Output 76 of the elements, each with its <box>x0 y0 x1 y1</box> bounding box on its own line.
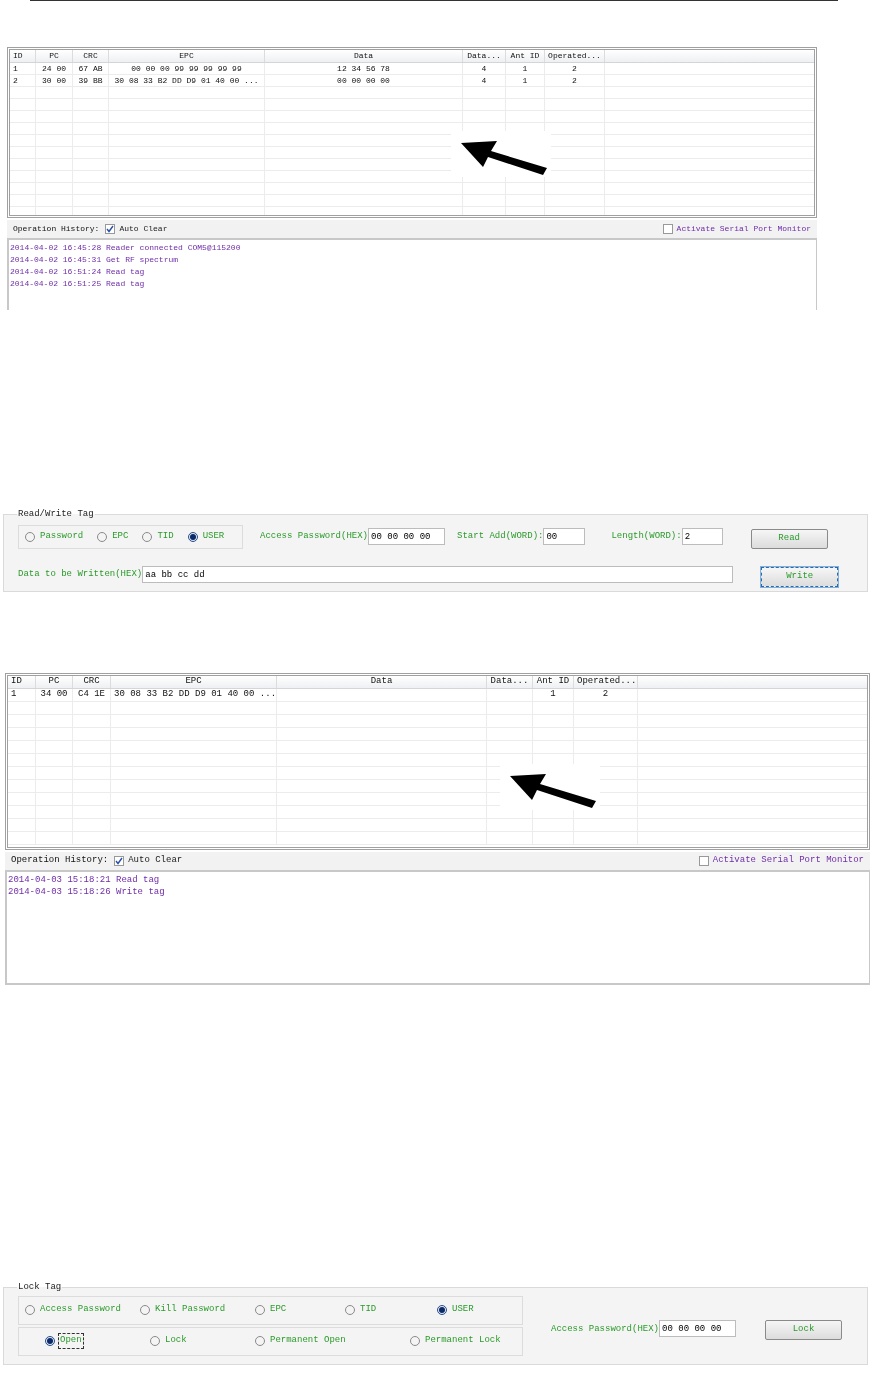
table-cell-text: 1 <box>521 74 529 87</box>
table-cell-text: C4 1E <box>77 688 106 702</box>
table-cell-text: 2 <box>571 62 578 75</box>
text-field[interactable]: 00 <box>543 528 586 545</box>
table-cell-text: 00 00 00 99 99 99 99 99 <box>130 62 243 75</box>
log-entry: 2014-04-02 16:45:28 Reader connected COM5@115200 <box>10 242 242 254</box>
radio-option[interactable]: TID <box>142 529 176 544</box>
table-cell-text: 00 00 00 00 <box>336 74 391 87</box>
text-field[interactable]: 2 <box>681 528 723 545</box>
field-label: Start Add(WORD): <box>457 529 544 543</box>
column-header[interactable]: EPC <box>109 50 264 62</box>
field-label: Length(WORD): <box>611 529 682 543</box>
column-header[interactable]: CRC <box>73 676 110 689</box>
radio-option[interactable]: USER <box>437 1303 507 1317</box>
column-header[interactable]: PC <box>36 50 72 62</box>
column-header[interactable]: Data... <box>487 676 532 689</box>
log-entry: 2014-04-02 16:51:25 Read tag <box>10 278 146 290</box>
column-header[interactable]: EPC <box>111 676 276 689</box>
field-label: Access Password(HEX) <box>260 529 369 543</box>
checkbox[interactable]: Activate Serial Port Monitor <box>698 854 864 868</box>
radio-option[interactable]: Open <box>45 1333 150 1349</box>
log-entry: 2014-04-03 15:18:26 Write tag <box>8 886 166 898</box>
field-label: Access Password(HEX) <box>551 1322 660 1336</box>
checkbox[interactable]: Activate Serial Port Monitor <box>662 223 811 235</box>
group-title: Read/Write Tag <box>17 508 95 521</box>
column-header[interactable]: Operated... <box>545 50 604 62</box>
table-cell-text: 4 <box>480 62 488 75</box>
column-header[interactable]: Ant ID <box>533 676 573 689</box>
checkbox[interactable]: Auto Clear <box>105 223 168 235</box>
table-cell-text: 1 <box>10 688 18 702</box>
text-field[interactable]: 00 00 00 00 <box>659 1320 737 1337</box>
table-cell-text: 30 08 33 B2 DD D9 01 40 00 ... <box>113 74 260 87</box>
table-cell-text: 2 <box>571 74 578 87</box>
table-cell-text: 30 08 33 B2 DD D9 01 40 00 ... <box>113 688 276 702</box>
column-header[interactable]: Data <box>265 50 462 62</box>
column-header[interactable]: Data <box>277 676 486 689</box>
column-header[interactable]: ID <box>8 676 35 689</box>
table-cell-text: 39 BB <box>77 74 104 87</box>
radio-option[interactable]: TID <box>345 1303 437 1317</box>
radio-option[interactable]: EPC <box>97 529 131 544</box>
checkbox[interactable]: Auto Clear <box>114 854 183 868</box>
radio-option[interactable]: Lock <box>150 1334 255 1348</box>
column-header[interactable]: Data... <box>463 50 505 62</box>
table-cell-text: 67 AB <box>77 62 104 75</box>
table-cell-text: 24 00 <box>41 62 67 75</box>
history-label: Operation History: <box>11 854 109 868</box>
table-cell-text: 4 <box>480 74 488 87</box>
column-header[interactable]: ID <box>10 50 35 62</box>
radio-option[interactable]: Permanent Open <box>255 1334 410 1348</box>
check-icon <box>106 225 115 233</box>
text-field[interactable]: aa bb cc dd <box>142 566 734 583</box>
field-label: Data to be Written(HEX) <box>18 567 143 581</box>
log-entry: 2014-04-03 15:18:21 Read tag <box>8 874 161 886</box>
column-header[interactable]: CRC <box>73 50 108 62</box>
radio-option[interactable]: Access Password <box>25 1303 140 1317</box>
radio-option[interactable]: EPC <box>255 1303 345 1317</box>
table-cell-text: 12 34 56 78 <box>336 62 391 75</box>
radio-option[interactable]: Permanent Lock <box>410 1334 510 1348</box>
table-cell-text: 1 <box>521 62 529 75</box>
column-header[interactable]: PC <box>36 676 72 689</box>
text-field[interactable]: 00 00 00 00 <box>368 528 446 545</box>
table-cell-text: 1 <box>549 688 557 702</box>
table-cell-text: 2 <box>601 688 610 702</box>
log-entry: 2014-04-02 16:51:24 Read tag <box>10 266 146 278</box>
table-cell-text: 34 00 <box>39 688 69 702</box>
radio-option[interactable]: USER <box>187 529 227 544</box>
group-title: Lock Tag <box>17 1281 63 1294</box>
table-cell-text: 30 00 <box>41 74 67 87</box>
table-cell-text: 1 <box>12 62 19 75</box>
column-header[interactable]: Operated... <box>574 676 637 689</box>
column-header[interactable]: Ant ID <box>506 50 544 62</box>
check-icon <box>115 857 124 865</box>
table-cell-text: 2 <box>12 74 19 87</box>
log-entry: 2014-04-02 16:45:31 Get RF spectrum <box>10 254 180 266</box>
history-label: Operation History: <box>13 223 100 235</box>
radio-option[interactable]: Kill Password <box>140 1303 255 1317</box>
